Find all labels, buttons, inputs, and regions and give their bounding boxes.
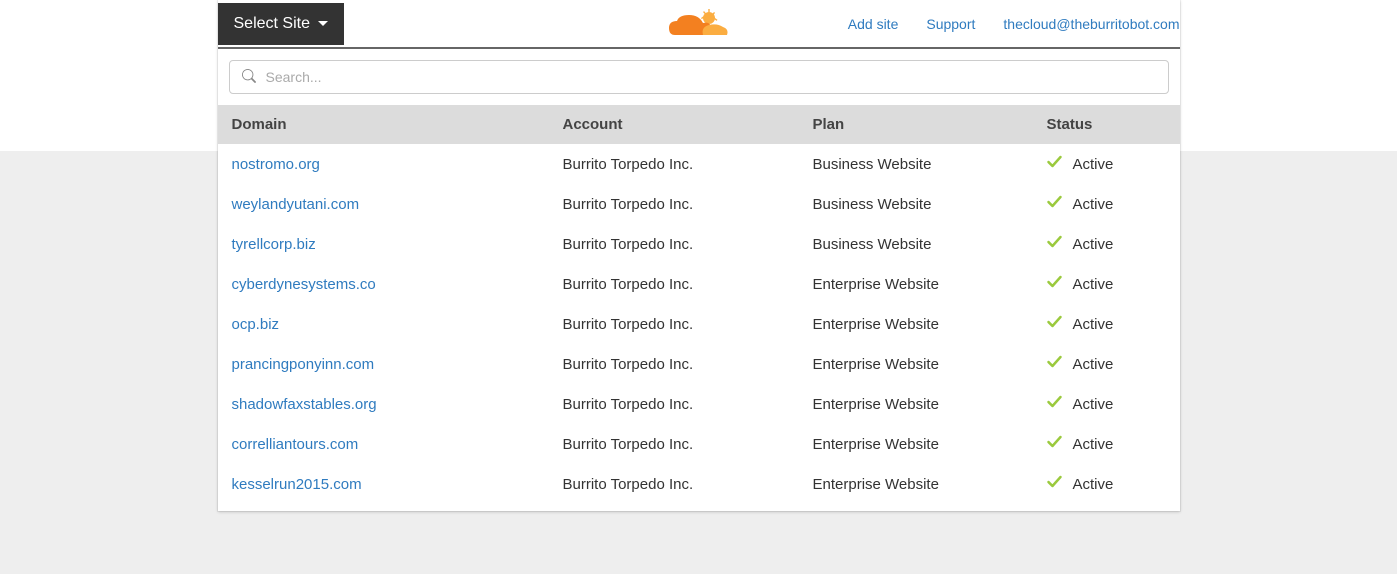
topbar: Select Site [218, 0, 1180, 47]
plan-cell: Business Website [813, 236, 1047, 253]
status-cell: Active [1047, 315, 1168, 333]
status-cell: Active [1047, 235, 1168, 253]
check-icon [1047, 315, 1063, 333]
header-domain: Domain [230, 116, 563, 133]
plan-cell: Enterprise Website [813, 396, 1047, 413]
status-text: Active [1073, 276, 1114, 293]
status-cell: Active [1047, 435, 1168, 453]
plan-cell: Business Website [813, 196, 1047, 213]
search-input[interactable] [266, 69, 1156, 85]
table-row: ocp.biz Burrito Torpedo Inc. Enterprise … [218, 304, 1180, 344]
plan-cell: Enterprise Website [813, 436, 1047, 453]
table-row: nostromo.org Burrito Torpedo Inc. Busine… [218, 144, 1180, 184]
domain-link[interactable]: cyberdynesystems.co [232, 276, 376, 293]
plan-cell: Enterprise Website [813, 356, 1047, 373]
check-icon [1047, 475, 1063, 493]
table-row: prancingponyinn.com Burrito Torpedo Inc.… [218, 344, 1180, 384]
check-icon [1047, 395, 1063, 413]
plan-cell: Enterprise Website [813, 276, 1047, 293]
header-status: Status [1047, 116, 1168, 133]
domain-link[interactable]: nostromo.org [232, 156, 320, 173]
domain-link[interactable]: prancingponyinn.com [232, 356, 375, 373]
check-icon [1047, 435, 1063, 453]
account-cell: Burrito Torpedo Inc. [563, 276, 813, 293]
domain-link[interactable]: shadowfaxstables.org [232, 396, 377, 413]
status-text: Active [1073, 396, 1114, 413]
cloudflare-logo [667, 7, 731, 40]
search-icon [242, 69, 256, 86]
check-icon [1047, 235, 1063, 253]
table-row: shadowfaxstables.org Burrito Torpedo Inc… [218, 384, 1180, 424]
account-cell: Burrito Torpedo Inc. [563, 156, 813, 173]
status-cell: Active [1047, 195, 1168, 213]
status-text: Active [1073, 356, 1114, 373]
status-text: Active [1073, 196, 1114, 213]
support-link[interactable]: Support [926, 16, 975, 32]
header-plan: Plan [813, 116, 1047, 133]
domain-link[interactable]: correlliantours.com [232, 436, 359, 453]
table-row: weylandyutani.com Burrito Torpedo Inc. B… [218, 184, 1180, 224]
add-site-link[interactable]: Add site [848, 16, 899, 32]
domain-link[interactable]: kesselrun2015.com [232, 476, 362, 493]
table-row: tyrellcorp.biz Burrito Torpedo Inc. Busi… [218, 224, 1180, 264]
domain-link[interactable]: tyrellcorp.biz [232, 236, 316, 253]
select-site-button[interactable]: Select Site [218, 3, 344, 45]
status-text: Active [1073, 316, 1114, 333]
table-row: kesselrun2015.com Burrito Torpedo Inc. E… [218, 464, 1180, 511]
plan-cell: Enterprise Website [813, 316, 1047, 333]
table-header: Domain Account Plan Status [218, 105, 1180, 144]
status-cell: Active [1047, 355, 1168, 373]
status-text: Active [1073, 476, 1114, 493]
status-cell: Active [1047, 475, 1168, 493]
account-cell: Burrito Torpedo Inc. [563, 236, 813, 253]
status-text: Active [1073, 156, 1114, 173]
account-cell: Burrito Torpedo Inc. [563, 356, 813, 373]
check-icon [1047, 275, 1063, 293]
account-cell: Burrito Torpedo Inc. [563, 436, 813, 453]
user-email-link[interactable]: thecloud@theburritobot.com [1003, 16, 1179, 32]
domain-link[interactable]: ocp.biz [232, 316, 280, 333]
search-box[interactable] [229, 60, 1169, 94]
check-icon [1047, 155, 1063, 173]
status-cell: Active [1047, 155, 1168, 173]
table-row: cyberdynesystems.co Burrito Torpedo Inc.… [218, 264, 1180, 304]
table-row: correlliantours.com Burrito Torpedo Inc.… [218, 424, 1180, 464]
check-icon [1047, 355, 1063, 373]
plan-cell: Enterprise Website [813, 476, 1047, 493]
status-cell: Active [1047, 275, 1168, 293]
check-icon [1047, 195, 1063, 213]
plan-cell: Business Website [813, 156, 1047, 173]
header-account: Account [563, 116, 813, 133]
account-cell: Burrito Torpedo Inc. [563, 196, 813, 213]
account-cell: Burrito Torpedo Inc. [563, 316, 813, 333]
status-cell: Active [1047, 395, 1168, 413]
status-text: Active [1073, 236, 1114, 253]
account-cell: Burrito Torpedo Inc. [563, 476, 813, 493]
chevron-down-icon [318, 21, 328, 26]
account-cell: Burrito Torpedo Inc. [563, 396, 813, 413]
select-site-label: Select Site [234, 15, 310, 33]
status-text: Active [1073, 436, 1114, 453]
domain-link[interactable]: weylandyutani.com [232, 196, 360, 213]
